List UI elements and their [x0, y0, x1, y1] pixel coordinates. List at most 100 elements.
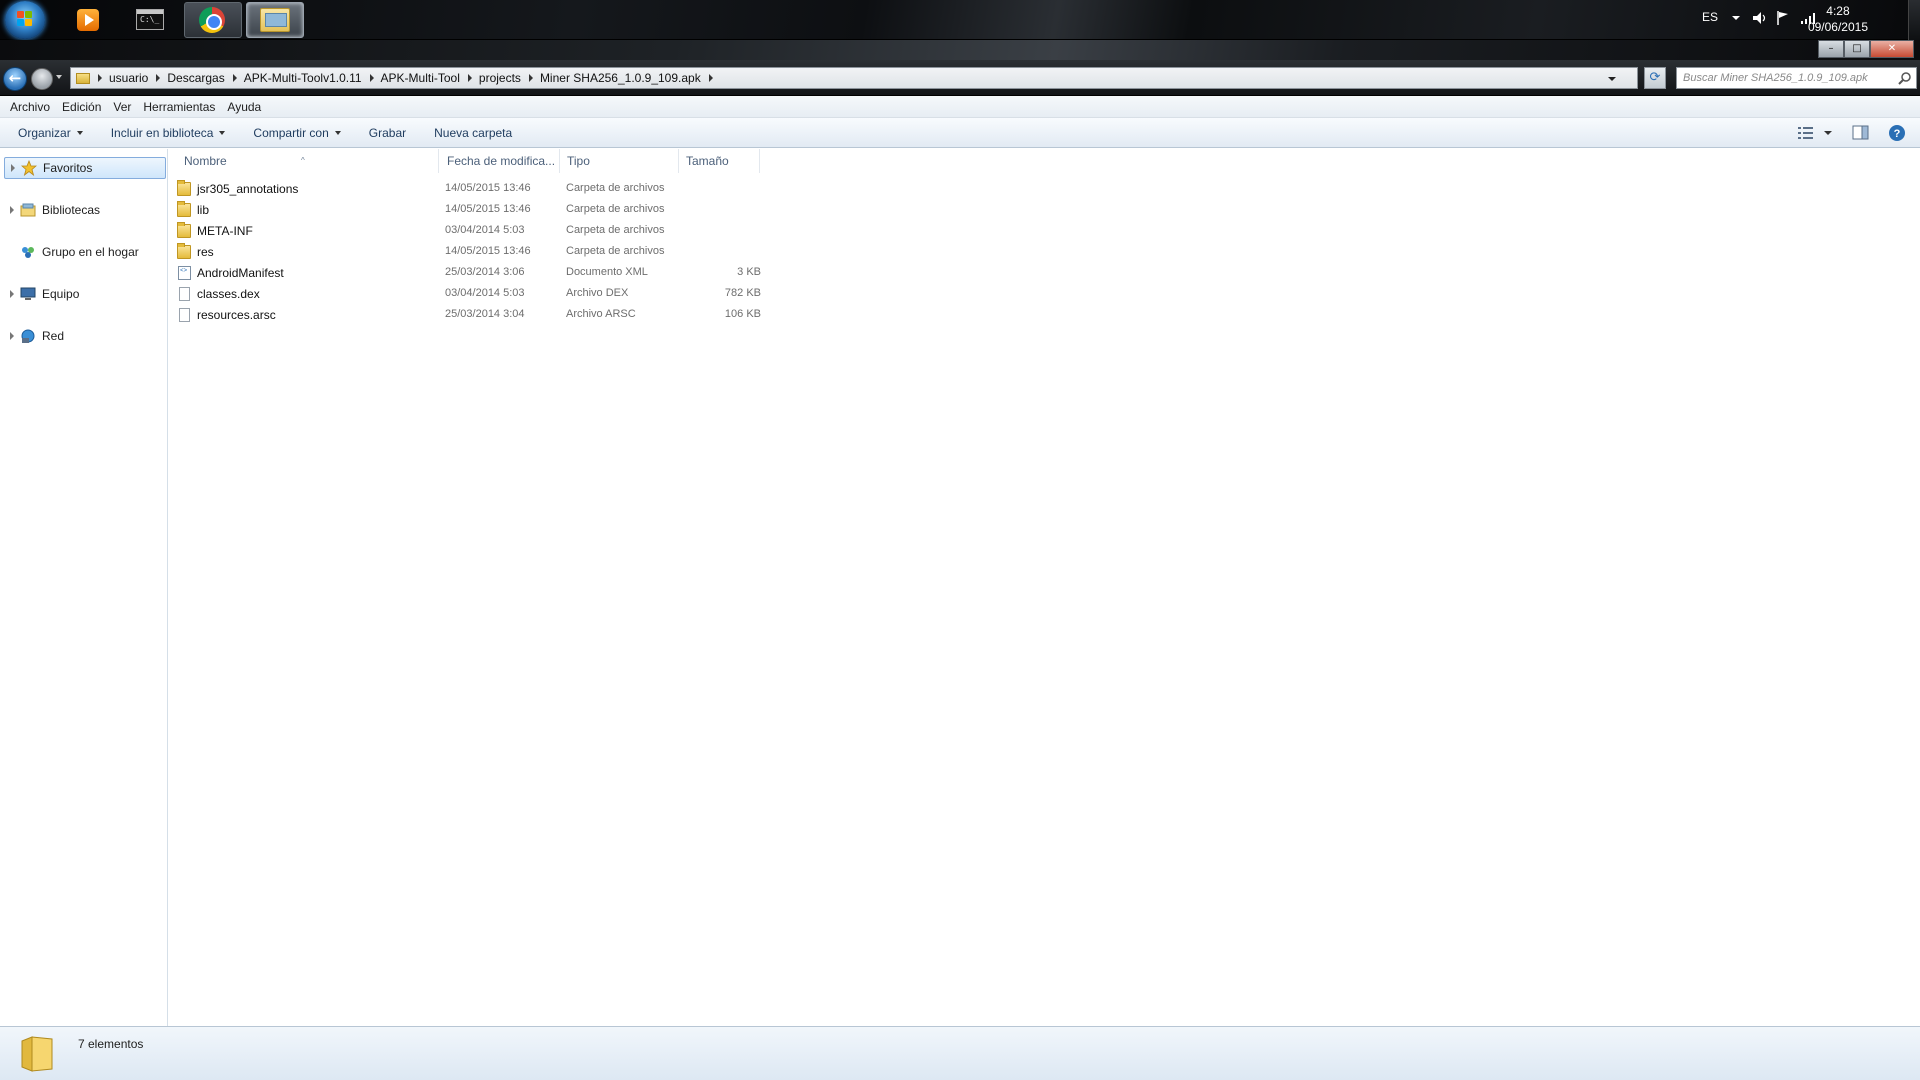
file-type: Carpeta de archivos — [566, 182, 665, 194]
expand-arrow-icon[interactable] — [10, 206, 14, 214]
clock-date: 09/06/2015 — [1807, 20, 1868, 34]
file-name: res — [197, 245, 214, 259]
minimize-button[interactable]: – — [1818, 40, 1844, 58]
folder-icon — [177, 201, 191, 217]
action-center-flag-icon[interactable] — [1776, 10, 1790, 26]
burn-label: Grabar — [368, 125, 407, 140]
burn-button[interactable]: Grabar — [361, 126, 414, 140]
menu-archivo[interactable]: Archivo — [4, 100, 56, 114]
nav-grupo-hogar[interactable]: Grupo en el hogar — [0, 241, 168, 263]
organize-label: Organizar — [18, 125, 71, 140]
breadcrumb-descargas[interactable]: Descargas — [167, 71, 224, 85]
search-icon[interactable] — [1898, 71, 1912, 85]
preview-pane-icon[interactable] — [1852, 124, 1870, 142]
command-toolbar: Organizar Incluir en biblioteca Comparti… — [0, 118, 1920, 148]
file-row[interactable]: jsr305_annotations 14/05/2015 13:46 Carp… — [177, 179, 763, 200]
breadcrumb-separator[interactable] — [708, 74, 713, 82]
maximize-button[interactable]: □ — [1844, 40, 1870, 58]
help-icon[interactable]: ? — [1888, 124, 1906, 142]
file-name: META-INF — [197, 224, 253, 238]
recent-pages-dropdown[interactable] — [56, 75, 62, 79]
breadcrumb-separator[interactable] — [156, 74, 161, 82]
svg-text:?: ? — [1894, 128, 1901, 140]
sort-ascending-icon: ^ — [301, 156, 305, 165]
file-row[interactable]: res 14/05/2015 13:46 Carpeta de archivos — [177, 242, 763, 263]
back-button[interactable]: ← — [3, 67, 27, 91]
file-row[interactable]: lib 14/05/2015 13:46 Carpeta de archivos — [177, 200, 763, 221]
column-name-label: Nombre — [184, 154, 227, 168]
folder-icon — [76, 72, 90, 84]
menu-ver[interactable]: Ver — [107, 100, 137, 114]
file-date: 25/03/2014 3:06 — [445, 266, 525, 278]
window-title-bar[interactable]: – □ ✕ — [0, 40, 1920, 60]
expand-arrow-icon[interactable] — [10, 290, 14, 298]
column-header-type[interactable]: Tipo — [560, 149, 679, 173]
file-size: 106 KB — [724, 308, 761, 320]
nav-favoritos[interactable]: Favoritos — [4, 157, 166, 179]
start-button[interactable] — [5, 1, 45, 39]
breadcrumb-apk-multi-tool[interactable]: APK-Multi-Tool — [381, 71, 460, 85]
file-date: 25/03/2014 3:04 — [445, 308, 525, 320]
breadcrumb-separator[interactable] — [369, 74, 374, 82]
column-type-label: Tipo — [567, 154, 590, 168]
command-prompt-icon[interactable]: C:\_ — [136, 9, 164, 30]
file-row[interactable]: resources.arsc 25/03/2014 3:04 Archivo A… — [177, 305, 763, 326]
file-type: Documento XML — [566, 266, 648, 278]
file-row[interactable]: AndroidManifest 25/03/2014 3:06 Document… — [177, 263, 763, 284]
explorer-icon[interactable] — [260, 8, 290, 32]
column-size-label: Tamaño — [686, 154, 729, 168]
forward-button[interactable] — [31, 68, 53, 90]
new-folder-button[interactable]: Nueva carpeta — [426, 126, 520, 140]
breadcrumb-apk-multi-toolv1-0-11[interactable]: APK-Multi-Toolv1.0.11 — [244, 71, 362, 85]
file-size: 782 KB — [724, 287, 761, 299]
address-history-dropdown[interactable] — [1605, 70, 1619, 86]
file-type: Archivo ARSC — [566, 308, 636, 320]
show-desktop-button[interactable] — [1908, 0, 1920, 40]
address-bar[interactable]: usuario Descargas APK-Multi-Toolv1.0.11 … — [70, 67, 1638, 89]
breadcrumb-miner-apk[interactable]: Miner SHA256_1.0.9_109.apk — [540, 71, 701, 85]
nav-equipo[interactable]: Equipo — [0, 283, 168, 305]
view-dropdown-chevron-icon[interactable] — [1824, 131, 1832, 135]
menu-herramientas[interactable]: Herramientas — [137, 100, 221, 114]
breadcrumb-separator[interactable] — [528, 74, 533, 82]
close-button[interactable]: ✕ — [1870, 40, 1914, 58]
file-icon — [179, 287, 190, 301]
nav-red[interactable]: Red — [0, 325, 168, 347]
file-date: 03/04/2014 5:03 — [445, 224, 525, 236]
language-indicator[interactable]: ES — [1702, 10, 1718, 24]
organize-button[interactable]: Organizar — [10, 126, 91, 140]
refresh-button[interactable]: ⟳ — [1644, 67, 1666, 89]
chevron-down-icon — [76, 130, 83, 135]
breadcrumb-separator[interactable] — [232, 74, 237, 82]
volume-icon[interactable] — [1752, 11, 1768, 25]
file-date: 14/05/2015 13:46 — [445, 203, 531, 215]
xml-document-icon — [178, 266, 191, 280]
column-header-date[interactable]: Fecha de modifica... — [440, 149, 560, 173]
menu-ayuda[interactable]: Ayuda — [221, 100, 267, 114]
show-hidden-icons-arrow[interactable] — [1732, 16, 1740, 20]
media-player-icon[interactable] — [77, 9, 99, 31]
column-header-name[interactable]: Nombre ^ — [177, 149, 439, 173]
file-row[interactable]: META-INF 03/04/2014 5:03 Carpeta de arch… — [177, 221, 763, 242]
file-name: resources.arsc — [197, 308, 276, 322]
expand-arrow-icon[interactable] — [10, 332, 14, 340]
system-clock[interactable]: 4:28 09/06/2015 — [1808, 3, 1868, 35]
file-date: 14/05/2015 13:46 — [445, 245, 531, 257]
windows-logo-icon — [17, 11, 33, 27]
menu-edicion[interactable]: Edición — [56, 100, 107, 114]
search-input[interactable] — [1677, 68, 1887, 88]
include-in-library-button[interactable]: Incluir en biblioteca — [103, 126, 234, 140]
nav-bibliotecas[interactable]: Bibliotecas — [0, 199, 168, 221]
view-options-icon[interactable] — [1797, 124, 1815, 142]
column-header-size[interactable]: Tamaño — [679, 149, 760, 173]
nav-bibliotecas-label: Bibliotecas — [42, 203, 101, 217]
breadcrumb-usuario[interactable]: usuario — [109, 71, 148, 85]
expand-arrow-icon[interactable] — [11, 164, 15, 172]
breadcrumb-separator[interactable] — [98, 74, 102, 82]
breadcrumb-separator[interactable] — [467, 74, 472, 82]
breadcrumb-projects[interactable]: projects — [479, 71, 521, 85]
navigation-bar: ← usuario Descargas APK-Multi-Toolv1.0.1… — [0, 60, 1920, 96]
share-with-button[interactable]: Compartir con — [245, 126, 348, 140]
chrome-icon[interactable] — [199, 7, 225, 33]
file-row[interactable]: classes.dex 03/04/2014 5:03 Archivo DEX … — [177, 284, 763, 305]
